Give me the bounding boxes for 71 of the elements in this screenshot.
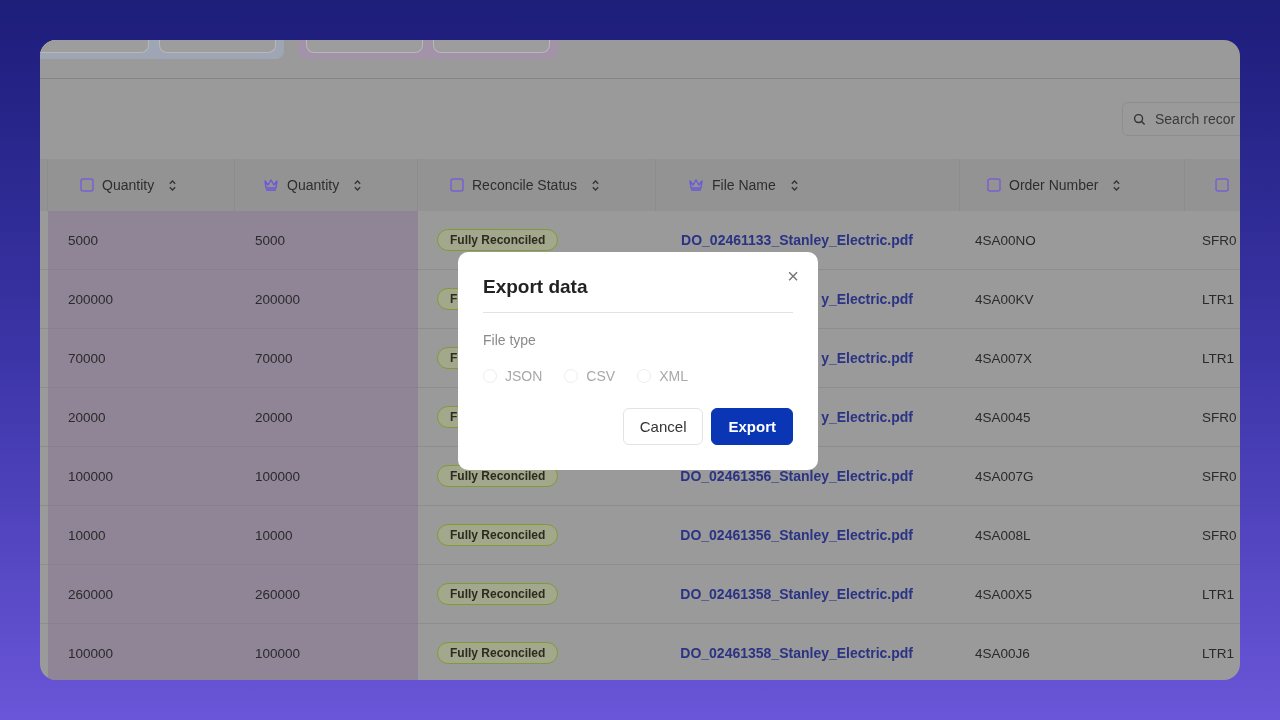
status-badge: Fully Reconciled (437, 642, 559, 664)
table-cell: 20000 (68, 409, 106, 425)
radio-label[interactable]: XML (659, 368, 688, 384)
table-cell: LTR1 (1202, 586, 1234, 602)
crown-icon (688, 178, 704, 192)
column-label: Order Number (1009, 177, 1099, 193)
table-cell: 5000 (68, 232, 99, 248)
radio-label[interactable]: CSV (586, 368, 616, 384)
table-cell: SFR0 (1202, 527, 1237, 543)
column-label: Quantity (287, 177, 340, 193)
column-label: Quantity (102, 177, 155, 193)
filter-chip[interactable] (40, 40, 149, 53)
checkbox-icon[interactable] (987, 178, 1001, 192)
file-link[interactable]: DO_02461358_Stanley_Electric.pdf (680, 645, 913, 661)
table-cell: 100000 (255, 468, 301, 484)
sort-icon[interactable] (353, 178, 363, 192)
radio-label[interactable]: JSON (505, 368, 543, 384)
close-button[interactable]: × (787, 266, 799, 286)
table-cell: 4SA008L (975, 527, 1031, 543)
table-cell: LTR1 (1202, 645, 1234, 661)
export-button[interactable]: Export (711, 408, 793, 445)
table-cell: SFR0 (1202, 232, 1237, 248)
table-cell: 4SA00NO (975, 232, 1036, 248)
sort-icon[interactable] (591, 178, 601, 192)
status-badge: Fully Reconciled (437, 583, 559, 605)
table-cell: 4SA007X (975, 350, 1033, 366)
search-field[interactable]: Search recor (1122, 102, 1240, 136)
table-cell: 20000 (255, 409, 293, 425)
table-cell: 4SA00KV (975, 291, 1034, 307)
file-link[interactable]: DO_02461356_Stanley_Electric.pdf (680, 527, 913, 543)
status-badge: Fully Reconciled (437, 524, 559, 546)
table-cell: SFR0 (1202, 409, 1237, 425)
file-link[interactable]: DO_02461358_Stanley_Electric.pdf (680, 586, 913, 602)
table-cell: 100000 (68, 645, 114, 661)
dialog-title: Export data (483, 276, 588, 298)
table-cell: 4SA007G (975, 468, 1034, 484)
status-badge: Fully Reconciled (437, 229, 559, 251)
sort-icon[interactable] (1112, 178, 1122, 192)
table-cell: LTR1 (1202, 291, 1234, 307)
table-cell: 70000 (68, 350, 106, 366)
file-link[interactable]: y_Electric.pdf (821, 409, 913, 425)
table-cell: 100000 (68, 468, 114, 484)
table-cell: 260000 (255, 586, 301, 602)
file-link[interactable]: y_Electric.pdf (821, 291, 913, 307)
table-cell: 200000 (255, 291, 301, 307)
file-link[interactable]: DO_02461356_Stanley_Electric.pdf (680, 468, 913, 484)
checkbox-icon[interactable] (450, 178, 464, 192)
table-cell: 4SA00X5 (975, 586, 1033, 602)
checkbox-icon[interactable] (1215, 178, 1229, 192)
table-cell: SFR0 (1202, 468, 1237, 484)
table-cell: 10000 (255, 527, 293, 543)
column-label: File Name (712, 177, 776, 193)
sort-icon[interactable] (168, 178, 178, 192)
table-cell: 5000 (255, 232, 286, 248)
table-cell: 100000 (255, 645, 301, 661)
crown-icon (263, 178, 279, 192)
file-link[interactable]: DO_02461133_Stanley_Electric.pdf (681, 232, 913, 248)
search-icon (1133, 112, 1146, 126)
table-cell: 4SA0045 (975, 409, 1031, 425)
table-cell: 200000 (68, 291, 114, 307)
field-label: File type (483, 332, 537, 348)
cancel-button[interactable]: Cancel (622, 408, 704, 445)
sort-icon[interactable] (789, 178, 799, 192)
table-cell: 4SA00J6 (975, 645, 1030, 661)
file-link[interactable]: y_Electric.pdf (821, 350, 913, 366)
table-cell: LTR1 (1202, 350, 1234, 366)
table-cell: 70000 (255, 350, 293, 366)
table-cell: 10000 (68, 527, 106, 543)
column-label: Reconcile Status (472, 177, 578, 193)
table-cell: 260000 (68, 586, 114, 602)
checkbox-icon[interactable] (80, 178, 94, 192)
